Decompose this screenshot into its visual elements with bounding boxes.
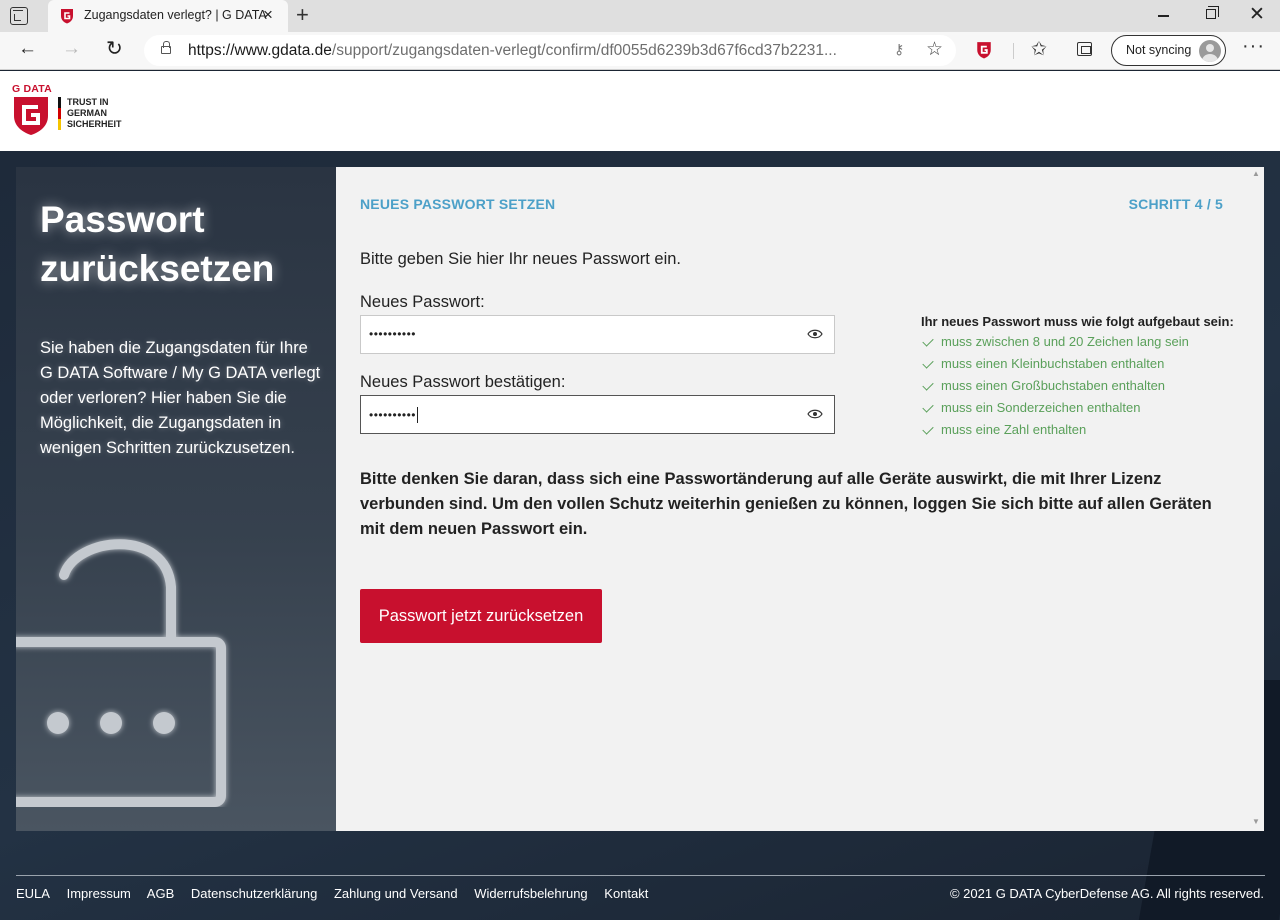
device-notice: Bitte denken Sie daran, dass sich eine P… [360,470,1212,538]
requirements-list: muss zwischen 8 und 20 Zeichen lang sein… [921,334,1189,444]
requirement-item: muss ein Sonderzeichen enthalten [921,400,1189,422]
step-counter: SCHRITT 4 / 5 [1128,196,1223,212]
copyright: © 2021 G DATA CyberDefense AG. All right… [949,886,1264,901]
gdata-favicon-icon [61,9,73,24]
url-path: /support/zugangsdaten-verlegt/confirm/df… [331,42,837,59]
toolbar-divider [1013,43,1014,59]
tab-actions-icon[interactable] [10,7,28,25]
requirement-item: muss einen Großbuchstaben enthalten [921,378,1189,400]
tagline-line-2: GERMAN [67,108,107,118]
window-restore-icon[interactable] [1206,6,1219,19]
check-icon [922,357,934,369]
more-menu-icon[interactable]: ··· [1242,35,1265,58]
tab-close-icon[interactable]: × [263,5,273,25]
forward-arrow-icon[interactable]: → [62,38,81,60]
window-minimize-icon[interactable] [1158,15,1169,17]
browser-tab-bar: Zugangsdaten verlegt? | G DATA × + ✕ [0,0,1280,32]
gdata-extension-icon[interactable] [976,41,992,59]
page-title: Passwort zurücksetzen [40,199,275,289]
requirements-title: Ihr neues Passwort muss wie folgt aufgeb… [921,314,1234,329]
address-bar[interactable]: https://www.gdata.de/support/zugangsdate… [144,35,956,66]
footer-link-payment[interactable]: Zahlung und Versand [334,886,458,901]
intro-panel: Passwort zurücksetzen Sie haben die Zuga… [16,167,336,831]
back-arrow-icon[interactable]: ← [18,38,37,60]
new-password-value: •••••••••• [369,327,417,341]
check-icon [922,379,934,391]
german-flag-bar [58,97,61,130]
requirement-item: muss einen Kleinbuchstaben enthalten [921,356,1189,378]
site-header: G DATA TRUST IN GERMAN SICHERHEIT [0,71,1280,151]
reset-password-button[interactable]: Passwort jetzt zurücksetzen [360,589,602,643]
footer-divider [16,875,1265,876]
requirement-item: muss eine Zahl enthalten [921,422,1189,444]
tagline-line-1: TRUST IN [67,97,109,107]
show-password-eye-icon[interactable] [807,328,823,340]
collections-icon[interactable] [1077,42,1092,56]
requirement-text: muss ein Sonderzeichen enthalten [941,400,1141,415]
url-host: https://www.gdata.de [188,42,332,59]
footer-link-agb[interactable]: AGB [147,886,174,901]
confirm-password-field[interactable]: •••••••••• [360,395,835,434]
check-icon [922,401,934,413]
footer-link-eula[interactable]: EULA [16,886,50,901]
scroll-down-arrow-icon[interactable]: ▼ [1252,817,1260,826]
new-tab-icon[interactable]: + [296,2,309,28]
requirement-text: muss zwischen 8 und 20 Zeichen lang sein [941,334,1189,349]
check-icon [922,335,934,347]
confirm-password-label: Neues Passwort bestätigen: [360,373,566,391]
new-password-label: Neues Passwort: [360,293,485,311]
requirement-text: muss einen Kleinbuchstaben enthalten [941,356,1165,371]
tagline-line-3: SICHERHEIT [67,119,122,129]
profile-sync-button[interactable]: Not syncing [1111,35,1226,66]
footer-links: EULA Impressum AGB Datenschutzerklärung … [16,886,661,901]
logo-tagline: TRUST IN GERMAN SICHERHEIT [67,97,122,130]
window-close-icon[interactable]: ✕ [1249,3,1265,26]
confirm-password-value: •••••••••• [369,407,419,423]
tab-title: Zugangsdaten verlegt? | G DATA [84,8,267,22]
browser-toolbar: ← → ↻ https://www.gdata.de/support/zugan… [0,32,1280,70]
requirement-text: muss eine Zahl enthalten [941,422,1087,437]
footer-link-impressum[interactable]: Impressum [67,886,131,901]
confirm-password-text: •••••••••• [369,408,417,422]
logo-text: G DATA [12,83,52,95]
requirement-item: muss zwischen 8 und 20 Zeichen lang sein [921,334,1189,356]
footer-link-withdrawal[interactable]: Widerrufsbelehrung [474,886,587,901]
requirement-text: muss einen Großbuchstaben enthalten [941,378,1166,393]
avatar [1199,40,1221,62]
open-padlock-icon [16,539,226,807]
form-instruction: Bitte geben Sie hier Ihr neues Passwort … [360,250,682,268]
add-favorite-icon[interactable]: ☆ [926,38,943,61]
show-confirm-password-eye-icon[interactable] [807,408,823,420]
intro-description: Sie haben die Zugangsdaten für Ihre G DA… [40,339,321,457]
new-password-field[interactable]: •••••••••• [360,315,835,354]
browser-tab-active[interactable]: Zugangsdaten verlegt? | G DATA × [48,0,288,32]
footer-link-contact[interactable]: Kontakt [604,886,648,901]
gdata-shield-icon [14,97,48,135]
footer-link-privacy[interactable]: Datenschutzerklärung [191,886,317,901]
scroll-up-arrow-icon[interactable]: ▲ [1252,169,1260,178]
key-icon[interactable]: ⚷ [894,41,904,58]
text-caret [417,407,419,423]
favorites-icon[interactable]: ✩ [1031,38,1047,61]
check-icon [922,423,934,435]
sync-label: Not syncing [1126,43,1192,57]
lock-icon[interactable] [161,41,171,54]
password-form-panel: NEUES PASSWORT SETZEN SCHRITT 4 / 5 Bitt… [336,167,1264,831]
step-title: NEUES PASSWORT SETZEN [360,196,556,212]
url-text[interactable]: https://www.gdata.de/support/zugangsdate… [188,42,837,60]
reload-icon[interactable]: ↻ [106,36,123,61]
